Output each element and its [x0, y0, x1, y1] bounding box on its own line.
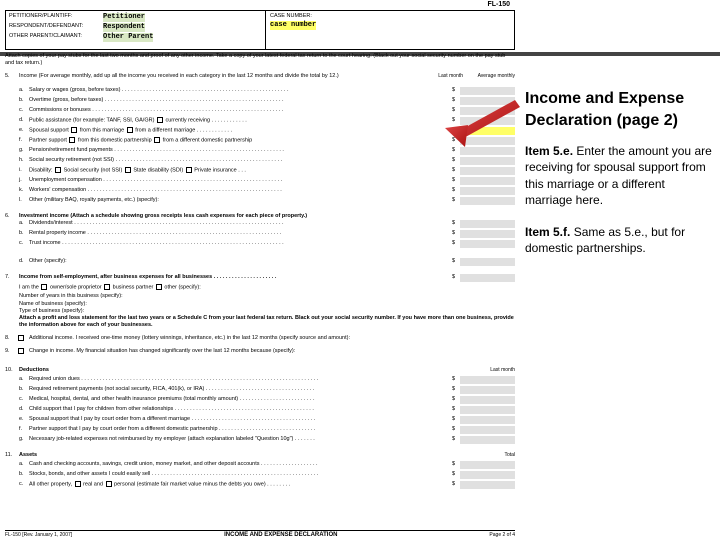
section-8: 8. Additional income. I received one-tim…	[5, 335, 515, 342]
checkbox[interactable]	[75, 481, 81, 487]
checkbox[interactable]	[127, 127, 133, 133]
sidebar-title: Income and Expense Declaration (page 2)	[525, 88, 715, 131]
section-9: 9. Change in income. My financial situat…	[5, 348, 515, 355]
form-code: FL-150	[487, 0, 510, 9]
instruction-sidebar: Income and Expense Declaration (page 2) …	[525, 88, 715, 272]
petitioner-value: Petitioner	[103, 13, 145, 22]
footer-right: Page 2 of 4	[489, 532, 515, 538]
respondent-value: Respondent	[103, 23, 145, 32]
section-6: 6. Investment income (Attach a schedule …	[5, 213, 515, 268]
annotation-arrow-icon	[420, 95, 520, 150]
case-number-label: CASE NUMBER:	[270, 13, 312, 20]
checkbox[interactable]	[71, 127, 77, 133]
section-11: 11. AssetsTotal a.Cash and checking acco…	[5, 452, 515, 491]
case-number-value: case number	[270, 21, 316, 30]
checkbox[interactable]	[104, 284, 110, 290]
checkbox[interactable]	[41, 284, 47, 290]
col-last-month: Last month	[438, 73, 463, 80]
respondent-label: RESPONDENT/DEFENDANT:	[9, 23, 99, 32]
footer-left: FL-150 [Rev. January 1, 2007]	[5, 532, 72, 538]
instruction-5e: Item 5.e. Enter the amount you are recei…	[525, 143, 715, 208]
case-header-box: PETITIONER/PLAINTIFF: Petitioner RESPONDE…	[5, 10, 515, 50]
checkbox[interactable]	[18, 335, 24, 341]
other-label: OTHER PARENT/CLAIMANT:	[9, 33, 99, 42]
s7-attach: Attach a profit and loss statement for t…	[19, 315, 515, 329]
checkbox[interactable]	[18, 348, 24, 354]
form-page: FL-150 PETITIONER/PLAINTIFF: Petitioner R…	[5, 0, 515, 540]
checkbox[interactable]	[106, 481, 112, 487]
petitioner-label: PETITIONER/PLAINTIFF:	[9, 13, 99, 22]
section-7: 7. Income from self-employment, after bu…	[5, 274, 515, 329]
s6-title: Investment income (Attach a schedule sho…	[19, 213, 515, 220]
attach-note: Attach copies of your pay stubs for the …	[5, 53, 515, 67]
checkbox[interactable]	[125, 167, 131, 173]
checkbox[interactable]	[156, 284, 162, 290]
section-10: 10. DeductionsLast month a.Required unio…	[5, 367, 515, 446]
checkbox[interactable]	[55, 167, 61, 173]
footer-center: INCOME AND EXPENSE DECLARATION	[224, 532, 337, 538]
checkbox[interactable]	[186, 167, 192, 173]
checkbox[interactable]	[154, 137, 160, 143]
checkbox[interactable]	[69, 137, 75, 143]
s5-title: Income (For average monthly, add up all …	[19, 73, 339, 80]
other-value: Other Parent	[103, 33, 153, 42]
form-footer: FL-150 [Rev. January 1, 2007] INCOME AND…	[5, 530, 515, 538]
col-average: Average monthly	[478, 73, 515, 80]
checkbox[interactable]	[157, 117, 163, 123]
instruction-5f: Item 5.f. Same as 5.e., but for domestic…	[525, 224, 715, 256]
